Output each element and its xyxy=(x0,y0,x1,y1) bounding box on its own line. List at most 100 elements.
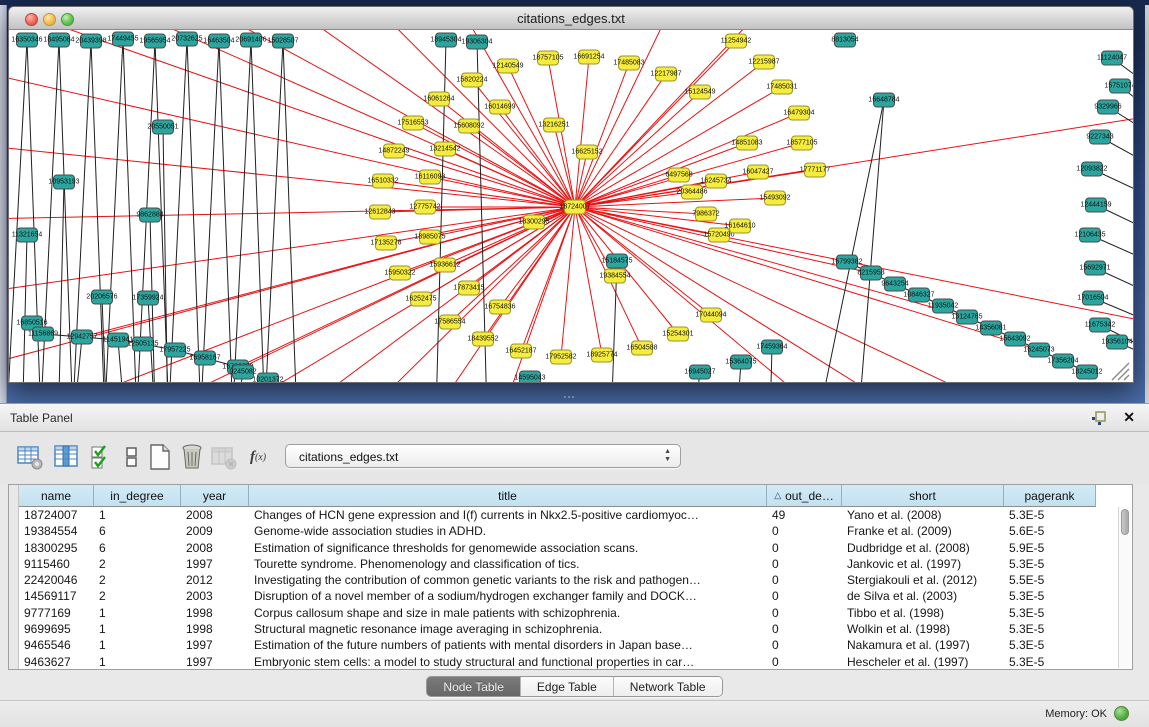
tab-network-table[interactable]: Network Table xyxy=(614,677,722,696)
table-settings-icon[interactable] xyxy=(16,443,44,471)
graph-node[interactable]: 12612843 xyxy=(369,205,391,220)
graph-node[interactable]: 16252475 xyxy=(410,292,432,307)
graph-node[interactable]: 16116093 xyxy=(419,170,441,185)
graph-node[interactable]: 7986372 xyxy=(695,207,717,222)
graph-edge[interactable] xyxy=(430,207,575,237)
column-header-short[interactable]: short xyxy=(842,485,1004,507)
graph-edge[interactable] xyxy=(575,207,602,355)
graph-node[interactable]: 9643254 xyxy=(884,277,906,292)
graph-edge[interactable] xyxy=(197,41,219,383)
table-row[interactable]: 911546021997Tourette syndrome. Phenomeno… xyxy=(19,556,1118,572)
graph-node[interactable]: 18439552 xyxy=(472,332,494,347)
graph-node[interactable]: 12775742 xyxy=(414,200,436,215)
graph-node[interactable]: 15820224 xyxy=(461,73,483,88)
network-canvas[interactable]: 1872400715124549122179871748508316691254… xyxy=(9,30,1133,383)
graph-node[interactable]: 9862884 xyxy=(139,208,161,223)
graph-node[interactable]: 16625152 xyxy=(576,145,598,160)
table-row[interactable]: 1938455462009Genome-wide association stu… xyxy=(19,523,1118,539)
table-row[interactable]: 1830029562008Estimation of significance … xyxy=(19,540,1118,556)
graph-node[interactable]: 18925774 xyxy=(591,348,613,363)
graph-node[interactable]: 20364486 xyxy=(681,185,703,200)
tab-node-table[interactable]: Node Table xyxy=(427,677,521,696)
graph-node[interactable]: 15643092 xyxy=(1004,332,1026,347)
graph-edge[interactable] xyxy=(82,207,575,337)
graph-node[interactable]: 12942757 xyxy=(71,330,93,345)
graph-node[interactable]: 8813054 xyxy=(834,33,856,48)
graph-node[interactable]: 11254942 xyxy=(725,34,747,49)
selection-mode-icon[interactable] xyxy=(88,443,116,471)
new-table-icon[interactable] xyxy=(146,443,174,471)
graph-edge[interactable] xyxy=(283,41,299,383)
column-header-in_degree[interactable]: in_degree xyxy=(94,485,181,507)
graph-node[interactable]: 11156869 xyxy=(32,327,54,342)
graph-node[interactable]: 12215987 xyxy=(753,55,775,70)
graph-node[interactable]: 16799382 xyxy=(836,255,858,270)
graph-node[interactable]: 18724007 xyxy=(564,200,586,215)
graph-node[interactable]: 19356104 xyxy=(1106,335,1128,350)
graph-node[interactable]: 19306304 xyxy=(466,35,488,50)
graph-edge[interactable] xyxy=(57,182,64,383)
column-header-out_de[interactable]: △out_de… xyxy=(767,485,842,507)
graph-node[interactable]: 6497568 xyxy=(668,168,690,183)
memory-status-icon[interactable] xyxy=(1114,706,1129,721)
graph-edge[interactable] xyxy=(855,100,884,383)
graph-node[interactable]: 16648784 xyxy=(873,93,895,108)
graph-node[interactable]: 9227343 xyxy=(1089,130,1111,145)
graph-node[interactable]: 16014699 xyxy=(489,100,511,115)
graph-node[interactable]: 18985075 xyxy=(419,230,441,245)
graph-node[interactable]: 18577105 xyxy=(791,136,813,151)
graph-node[interactable]: 19384554 xyxy=(604,269,626,284)
graph-node[interactable]: 11935042 xyxy=(932,299,954,314)
graph-edge[interactable] xyxy=(165,39,187,383)
window-resize-grip[interactable] xyxy=(1108,359,1130,381)
graph-edge[interactable] xyxy=(575,63,629,207)
graph-edge[interactable] xyxy=(575,207,711,315)
graph-node[interactable]: 17449455 xyxy=(112,32,134,47)
graph-node[interactable]: 8215953 xyxy=(860,266,882,281)
graph-node[interactable]: 17459364 xyxy=(761,340,783,355)
graph-node[interactable]: 15364075 xyxy=(730,355,752,370)
close-panel-icon[interactable]: ✕ xyxy=(1123,409,1135,426)
graph-node[interactable]: 16463504 xyxy=(208,34,230,49)
graph-node[interactable]: 9245082 xyxy=(232,365,254,380)
table-select-dropdown[interactable]: citations_edges.txt ▲▼ xyxy=(285,444,681,468)
graph-node[interactable]: 20732625 xyxy=(176,32,198,47)
graph-edge[interactable] xyxy=(575,207,1039,350)
table-row[interactable]: 2242004622012Investigating the contribut… xyxy=(19,572,1118,588)
graph-node[interactable]: 17356204 xyxy=(1052,354,1074,369)
graph-node[interactable]: 11675342 xyxy=(1089,318,1111,333)
graph-edge[interactable] xyxy=(219,41,235,383)
table-row[interactable]: 946362711997Embryonic stem cells: a mode… xyxy=(19,654,1118,669)
graph-edge[interactable] xyxy=(139,30,575,207)
graph-node[interactable]: 15254301 xyxy=(667,327,689,342)
graph-node[interactable]: 14851083 xyxy=(736,136,758,151)
graph-node[interactable]: 17359924 xyxy=(137,291,159,306)
table-row[interactable]: 1872400712008Changes of HCN gene express… xyxy=(19,507,1118,523)
delete-column-icon[interactable] xyxy=(178,443,206,471)
graph-node[interactable]: 16245734 xyxy=(705,174,727,189)
graph-edge[interactable] xyxy=(9,207,575,220)
graph-node[interactable]: 15720490 xyxy=(708,228,730,243)
graph-node[interactable]: 16479304 xyxy=(788,106,810,121)
graph-node[interactable]: 12444159 xyxy=(1085,198,1107,213)
float-window-icon[interactable] xyxy=(1091,411,1107,426)
graph-edge[interactable] xyxy=(261,41,283,383)
graph-node[interactable]: 15692971 xyxy=(1084,261,1106,276)
graph-node[interactable]: 15950322 xyxy=(389,266,411,281)
graph-edge[interactable] xyxy=(575,74,666,207)
graph-edge[interactable] xyxy=(187,39,203,383)
column-visibility-icon[interactable] xyxy=(52,443,80,471)
graph-node[interactable]: 10953193 xyxy=(53,175,75,190)
graph-node[interactable]: 13124765 xyxy=(956,310,978,325)
delete-table-icon[interactable] xyxy=(210,443,238,471)
graph-node[interactable]: 15124549 xyxy=(689,85,711,100)
graph-node[interactable]: 17485083 xyxy=(618,56,640,71)
graph-node[interactable]: 17485031 xyxy=(771,80,793,95)
column-header-name[interactable]: name xyxy=(19,485,94,507)
graph-node[interactable]: 15184575 xyxy=(606,254,628,269)
tab-edge-table[interactable]: Edge Table xyxy=(521,677,614,696)
graph-node[interactable]: 16452187 xyxy=(510,344,532,359)
graph-node[interactable]: 15936612 xyxy=(434,258,456,273)
table-row[interactable]: 1456911722003Disruption of a novel membe… xyxy=(19,588,1118,604)
graph-node[interactable]: 17957225 xyxy=(164,343,186,358)
